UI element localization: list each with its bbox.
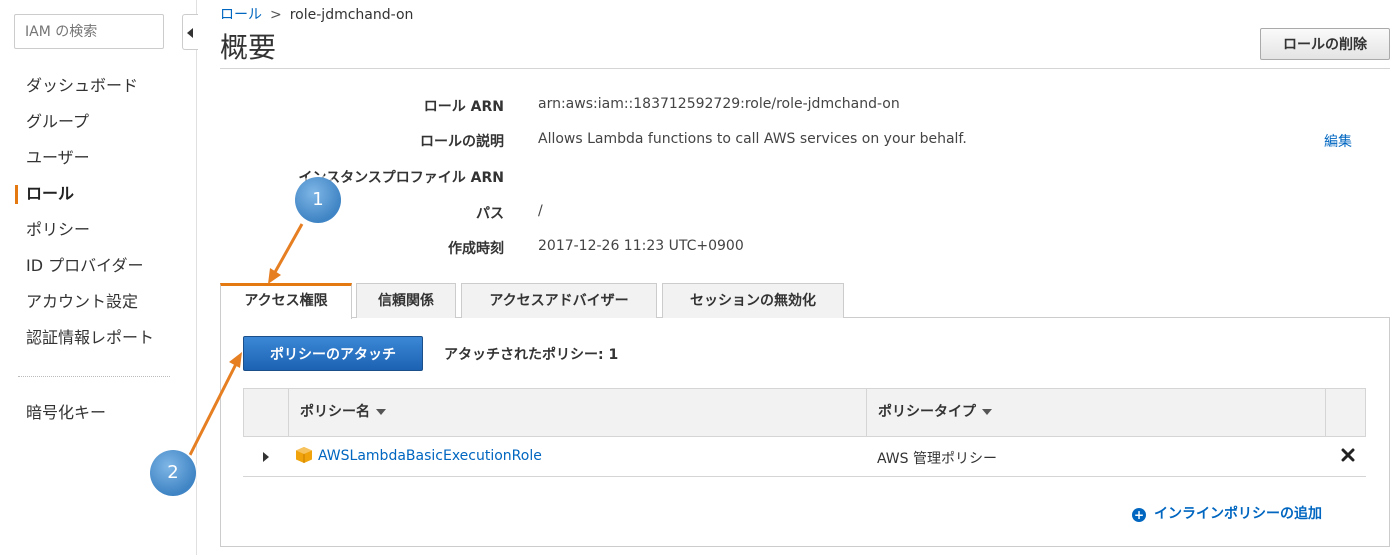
iam-search-input[interactable] — [14, 14, 164, 49]
expand-caret-icon[interactable] — [263, 452, 269, 462]
sidebar-item-policies[interactable]: ポリシー — [0, 212, 197, 248]
plus-circle-icon: + — [1132, 508, 1146, 522]
sidebar-item-dashboard[interactable]: ダッシュボード — [0, 68, 197, 104]
summary-row-role-arn: ロール ARN arn:aws:iam::183712592729:role/r… — [220, 96, 1390, 118]
breadcrumb-separator: > — [270, 7, 282, 23]
sidebar-item-credential-report[interactable]: 認証情報レポート — [0, 320, 197, 356]
summary-row-instance-profile-arn: インスタンスプロファイル ARN — [220, 167, 1390, 189]
column-divider — [1325, 389, 1326, 436]
breadcrumb-roles-link[interactable]: ロール — [220, 7, 262, 23]
sidebar-nav: ダッシュボード グループ ユーザー ロール ポリシー ID プロバイダー アカウ… — [0, 68, 197, 356]
summary-value: / — [538, 203, 543, 219]
remove-x-icon[interactable] — [1341, 448, 1355, 462]
sidebar-item-groups[interactable]: グループ — [0, 104, 197, 140]
policy-type-value: AWS 管理ポリシー — [877, 451, 997, 467]
column-header-policy-type[interactable]: ポリシータイプ — [878, 389, 992, 436]
annotation-arrowhead-1 — [268, 268, 281, 284]
tab-permissions[interactable]: アクセス権限 — [220, 283, 352, 319]
sidebar-item-account-settings[interactable]: アカウント設定 — [0, 284, 197, 320]
summary-row-path: パス / — [220, 203, 1390, 225]
table-row: AWSLambdaBasicExecutionRole AWS 管理ポリシー — [243, 437, 1366, 477]
attached-policies-count: アタッチされたポリシー: 1 — [444, 347, 619, 363]
column-header-label: ポリシータイプ — [878, 404, 976, 420]
tab-revoke-sessions[interactable]: セッションの無効化 — [662, 283, 844, 318]
policies-table: ポリシー名 ポリシータイプ AWSLambdaBasicExecutionRol… — [243, 388, 1366, 477]
summary-value: arn:aws:iam::183712592729:role/role-jdmc… — [538, 96, 900, 112]
delete-role-button[interactable]: ロールの削除 — [1260, 28, 1390, 60]
policy-name-link[interactable]: AWSLambdaBasicExecutionRole — [318, 448, 542, 464]
summary-label: ロールの説明 — [420, 134, 504, 150]
summary-value: Allows Lambda functions to call AWS serv… — [538, 131, 967, 147]
add-inline-policy-link[interactable]: + インラインポリシーの追加 — [1132, 503, 1322, 523]
sort-caret-icon — [376, 409, 386, 415]
column-divider — [866, 389, 867, 436]
sidebar-item-users[interactable]: ユーザー — [0, 140, 197, 176]
summary-row-description: ロールの説明 Allows Lambda functions to call A… — [220, 131, 1390, 153]
callout-step-2: 2 — [150, 450, 196, 496]
summary-row-creation-time: 作成時刻 2017-12-26 11:23 UTC+0900 — [220, 238, 1390, 260]
sidebar-divider — [18, 376, 170, 377]
collapse-left-icon — [187, 28, 193, 38]
table-header: ポリシー名 ポリシータイプ — [243, 388, 1366, 437]
tab-trust-relationships[interactable]: 信頼関係 — [356, 283, 456, 318]
tab-access-advisor[interactable]: アクセスアドバイザー — [461, 283, 657, 318]
summary-label: ロール ARN — [423, 99, 504, 115]
edit-description-link[interactable]: 編集 — [1324, 131, 1352, 151]
sidebar-item-encryption-keys[interactable]: 暗号化キー — [0, 395, 197, 431]
sidebar-item-roles[interactable]: ロール — [0, 176, 197, 212]
column-header-label: ポリシー名 — [300, 404, 370, 420]
page-title: 概要 — [220, 31, 277, 64]
breadcrumb-current: role-jdmchand-on — [289, 7, 414, 23]
policy-box-icon — [296, 447, 312, 463]
sort-caret-icon — [982, 409, 992, 415]
header-divider — [220, 68, 1390, 69]
breadcrumb: ロール > role-jdmchand-on — [220, 4, 413, 24]
column-header-policy-name[interactable]: ポリシー名 — [300, 389, 386, 436]
summary-label: パス — [476, 206, 504, 222]
column-divider — [288, 389, 289, 436]
sidebar-extra-nav: 暗号化キー — [0, 395, 197, 431]
sidebar-item-identity-providers[interactable]: ID プロバイダー — [0, 248, 197, 284]
add-inline-policy-label: インラインポリシーの追加 — [1154, 506, 1322, 522]
sidebar-collapse-button[interactable] — [182, 14, 198, 50]
callout-step-1: 1 — [295, 177, 341, 223]
attach-policy-button[interactable]: ポリシーのアタッチ — [243, 336, 423, 371]
summary-label: 作成時刻 — [448, 241, 504, 257]
summary-value: 2017-12-26 11:23 UTC+0900 — [538, 238, 744, 254]
